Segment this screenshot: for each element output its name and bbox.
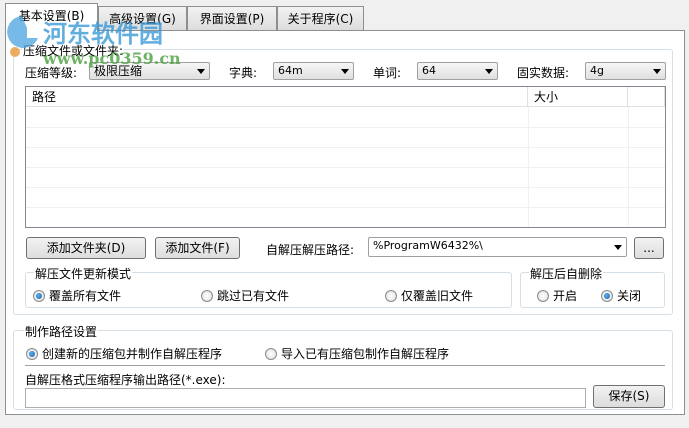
radio-create-new[interactable]: 创建新的压缩包并制作自解压程序: [26, 345, 222, 362]
browse-button[interactable]: ...: [634, 237, 664, 259]
tab-advanced-settings[interactable]: 高级设置(G): [98, 6, 187, 31]
extract-path-combo[interactable]: %ProgramW6432%\: [368, 237, 627, 257]
column-path[interactable]: 路径: [26, 87, 528, 107]
chevron-down-icon: [485, 69, 493, 74]
word-combo[interactable]: 64: [417, 62, 498, 80]
radio-delete-off[interactable]: 关闭: [601, 287, 641, 304]
update-mode-label: 解压文件更新模式: [34, 265, 133, 282]
radio-skip-existing[interactable]: 跳过已有文件: [201, 287, 289, 304]
extract-path-label: 自解压解压路径:: [266, 243, 355, 257]
radio-label: 仅覆盖旧文件: [401, 289, 474, 303]
radio-label: 关闭: [617, 289, 642, 303]
radio-label: 跳过已有文件: [217, 289, 290, 303]
solid-combo[interactable]: 4g: [585, 62, 666, 80]
extract-path-value: %ProgramW6432%\: [373, 239, 483, 252]
radio-unchecked-icon: [537, 289, 549, 302]
tab-about[interactable]: 关于程序(C): [277, 6, 364, 31]
tab-basic-settings[interactable]: 基本设置(B): [5, 3, 98, 32]
radio-label: 覆盖所有文件: [49, 289, 122, 303]
radio-unchecked-icon: [385, 289, 397, 302]
save-button[interactable]: 保存(S): [593, 385, 665, 408]
chevron-down-icon: [341, 69, 349, 74]
column-size[interactable]: 大小: [528, 87, 628, 107]
dict-label: 字典:: [229, 66, 258, 80]
solid-value: 4g: [590, 64, 604, 77]
chevron-down-icon: [197, 69, 205, 74]
dict-value: 64m: [278, 64, 303, 77]
radio-overwrite-all[interactable]: 覆盖所有文件: [33, 287, 121, 304]
radio-overwrite-old[interactable]: 仅覆盖旧文件: [385, 287, 473, 304]
output-path-input[interactable]: [25, 388, 586, 408]
dict-combo[interactable]: 64m: [273, 62, 354, 80]
files-group-label: 压缩文件或文件夹:: [22, 42, 125, 59]
word-label: 单词:: [373, 66, 402, 80]
chevron-down-icon: [653, 69, 661, 74]
auto-delete-label: 解压后自删除: [529, 265, 604, 282]
radio-checked-icon: [33, 289, 45, 302]
output-path-label: 自解压格式压缩程序输出路径(*.exe):: [25, 373, 226, 387]
level-label: 压缩等级:: [25, 66, 78, 80]
radio-checked-icon: [26, 347, 38, 360]
radio-label: 创建新的压缩包并制作自解压程序: [42, 347, 223, 361]
column-empty: [628, 87, 665, 107]
divider: [25, 365, 665, 366]
radio-checked-icon: [601, 289, 613, 302]
solid-label: 固实数据:: [517, 66, 570, 80]
radio-import-existing[interactable]: 导入已有压缩包制作自解压程序: [265, 345, 449, 362]
word-value: 64: [422, 64, 436, 77]
level-value: 极限压缩: [94, 64, 143, 78]
radio-unchecked-icon: [201, 289, 213, 302]
file-list[interactable]: 路径 大小: [25, 86, 666, 228]
add-folder-button[interactable]: 添加文件夹(D): [26, 237, 146, 259]
add-file-button[interactable]: 添加文件(F): [155, 237, 240, 259]
radio-delete-on[interactable]: 开启: [537, 287, 577, 304]
radio-unchecked-icon: [265, 347, 277, 360]
tab-interface-settings[interactable]: 界面设置(P): [187, 6, 277, 31]
radio-label: 开启: [553, 289, 578, 303]
level-combo[interactable]: 极限压缩: [89, 62, 210, 80]
chevron-down-icon: [614, 245, 622, 250]
radio-label: 导入已有压缩包制作自解压程序: [281, 347, 450, 361]
make-path-label: 制作路径设置: [24, 323, 99, 340]
